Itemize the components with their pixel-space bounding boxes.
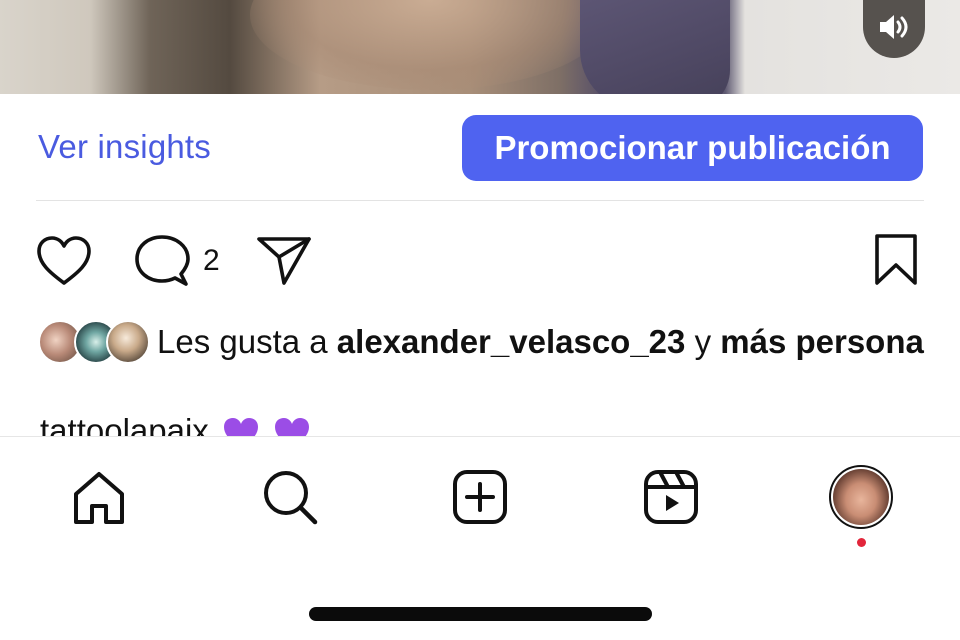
like-button[interactable]	[34, 234, 94, 288]
tab-create[interactable]	[452, 469, 508, 525]
liker-avatars[interactable]	[38, 320, 150, 364]
purple-heart-icon	[223, 418, 258, 436]
view-insights-link[interactable]: Ver insights	[38, 128, 211, 166]
create-icon	[453, 470, 507, 524]
notification-dot	[857, 538, 866, 547]
speaker-icon	[880, 15, 908, 39]
liker-username[interactable]: alexander_velasco_23	[337, 323, 686, 360]
media-skin-area	[250, 0, 610, 90]
likes-text[interactable]: Les gusta a alexander_velasco_23 y más p…	[157, 323, 924, 361]
save-button[interactable]	[872, 233, 920, 287]
home-indicator[interactable]	[309, 607, 652, 621]
comment-count: 2	[203, 244, 220, 277]
tab-reels[interactable]	[643, 469, 699, 525]
likes-others-link[interactable]: más persona	[720, 323, 924, 360]
sound-toggle-button[interactable]	[863, 0, 925, 58]
search-icon	[264, 471, 318, 525]
divider	[36, 200, 924, 201]
caption[interactable]: tattoolapaix	[40, 412, 311, 436]
heart-icon	[37, 236, 91, 285]
send-icon	[257, 237, 311, 285]
post-media[interactable]	[0, 0, 960, 94]
share-button[interactable]	[255, 234, 313, 288]
tab-search[interactable]	[261, 468, 319, 526]
purple-heart-icon	[275, 418, 310, 436]
promote-post-button[interactable]: Promocionar publicación	[462, 115, 923, 181]
tab-profile[interactable]	[829, 465, 893, 529]
home-icon	[74, 472, 124, 524]
liker-avatar	[106, 320, 150, 364]
bookmark-icon	[875, 234, 917, 285]
comment-button[interactable]	[133, 233, 191, 289]
profile-avatar	[833, 469, 889, 525]
likes-connector: y	[694, 323, 712, 360]
caption-username[interactable]: tattoolapaix	[40, 412, 209, 436]
comment-bubble-icon	[135, 235, 190, 286]
likes-prefix: Les gusta a	[157, 323, 328, 360]
reels-icon	[644, 470, 698, 524]
caption-area: tattoolapaix	[0, 400, 960, 436]
tab-home[interactable]	[70, 469, 128, 527]
media-sleeve-area	[580, 0, 730, 94]
